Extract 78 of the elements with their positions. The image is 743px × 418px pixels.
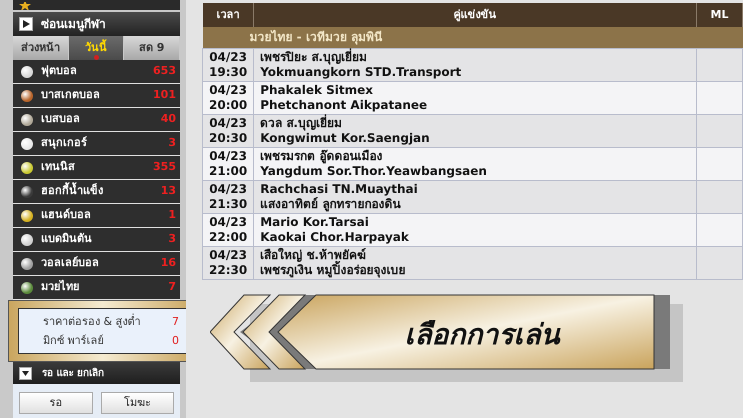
sport-name: สนุกเกอร์: [41, 135, 87, 152]
match-time: 19:30: [209, 65, 248, 80]
sport-name: แฮนด์บอล: [41, 207, 91, 224]
match-date: 04/23: [209, 149, 248, 164]
sport-item[interactable]: เบสบอล 40: [13, 108, 180, 132]
sport-count: 3: [168, 135, 176, 152]
sport-item[interactable]: ฮอกกี้น้ำแข็ง 13: [13, 180, 180, 204]
away-team: Yokmuangkorn STD.Transport: [260, 65, 462, 80]
home-team: Mario Kor.Tarsai: [260, 215, 370, 230]
sport-item[interactable]: ฟุตบอล 653: [13, 60, 180, 84]
home-team: ดวล ส.บุญเยี่ยม: [260, 116, 343, 131]
section-header[interactable]: รอ และ ยกเลิก: [13, 362, 180, 384]
bet-type-count: 0: [172, 333, 179, 349]
match-date: 04/23: [209, 248, 248, 263]
home-team: Rachchasi TN.Muaythai: [260, 182, 419, 197]
home-team: เพชรมรกต อู๊ดดอนเมือง: [260, 149, 384, 164]
sport-item[interactable]: เทนนิส 355: [13, 156, 180, 180]
sport-count: 355: [153, 159, 176, 176]
sport-name: มวยไทย: [41, 279, 79, 296]
away-team: Yangdum Sor.Thor.Yeawbangsaen: [260, 164, 488, 179]
banner-label: เลือกการเล่น: [404, 318, 560, 351]
filter-button[interactable]: โมฆะ: [100, 392, 174, 414]
sport-item[interactable]: แบดมินตัน 3: [13, 228, 180, 252]
sport-name: แบดมินตัน: [41, 231, 92, 248]
sport-item[interactable]: มวยไทย 7: [13, 276, 180, 300]
sport-name: วอลเลย์บอล: [41, 255, 99, 272]
league-header: มวยไทย - เวทีมวย ลุมพินี: [202, 27, 742, 48]
selected-dot-icon: [94, 55, 99, 60]
sidebar-title: ซ่อนเมนูกีฬา: [41, 16, 106, 33]
home-team: เสือใหญ่ ช.ห้าพยัคฆ์: [260, 248, 366, 262]
away-team: Kaokai Chor.Harpayak: [260, 230, 410, 245]
match-time: 22:30: [209, 263, 248, 278]
bet-type-count: 7: [172, 314, 179, 330]
section-title: รอ และ ยกเลิก: [42, 366, 104, 380]
sidebar-header[interactable]: ซ่อนเมนูกีฬา: [13, 12, 180, 36]
home-team: เพชรปิยะ ส.บุญเยี่ยม: [260, 50, 368, 65]
match-date: 04/23: [209, 83, 248, 98]
sport-item[interactable]: วอลเลย์บอล 16: [13, 252, 180, 276]
away-team: เพชรภูเงิน หมูปิ้งอร่อยจุงเบย: [260, 263, 690, 278]
sport-count: 653: [153, 63, 176, 80]
sport-count: 16: [160, 255, 176, 272]
bet-type-link[interactable]: มิกซ์ พาร์เลย์: [43, 331, 104, 350]
sport-count: 40: [160, 111, 176, 128]
column-header: คู่แข่งขัน: [254, 3, 696, 27]
sport-name: บาสเกตบอล: [41, 87, 100, 104]
star-icon: [19, 2, 31, 10]
away-team: แสงอาทิตย์ ลูกทรายกองดิน: [260, 197, 402, 212]
match-date: 04/23: [209, 50, 248, 65]
away-team: Kongwimut Kor.Saengjan: [260, 131, 431, 146]
sport-item[interactable]: บาสเกตบอล 101: [13, 84, 180, 108]
home-team: Phakalek Sitmex: [260, 83, 374, 98]
play-icon: [19, 17, 33, 31]
sport-item[interactable]: แฮนด์บอล 1: [13, 204, 180, 228]
column-header: ML: [696, 3, 742, 27]
sport-name: ฟุตบอล: [41, 63, 77, 80]
column-header: เวลา: [202, 3, 254, 27]
sport-count: 3: [168, 231, 176, 248]
dropdown-icon: [19, 366, 32, 380]
match-time: 22:00: [209, 230, 248, 245]
match-date: 04/23: [209, 215, 248, 230]
sport-count: 101: [153, 87, 176, 104]
match-date: 04/23: [209, 116, 248, 131]
away-team: Phetchanont Aikpatanee: [260, 98, 428, 113]
match-time: 20:00: [209, 98, 248, 113]
sport-tab[interactable]: วันนี้: [68, 36, 124, 60]
match-date: 04/23: [209, 182, 248, 197]
sport-name: เทนนิส: [41, 159, 75, 176]
sport-item[interactable]: สนุกเกอร์ 3: [13, 132, 180, 156]
match-time: 21:30: [209, 197, 248, 212]
sport-count: 1: [168, 207, 176, 224]
sport-count: 7: [168, 279, 176, 296]
sport-name: ฮอกกี้น้ำแข็ง: [41, 183, 103, 200]
sport-count: 13: [160, 183, 176, 200]
match-time: 21:00: [209, 164, 248, 179]
filter-button[interactable]: รอ: [19, 392, 92, 414]
bet-type-link[interactable]: ราคาต่อรอง & สูงต่ำ: [43, 312, 141, 331]
match-time: 20:30: [209, 131, 248, 146]
sport-name: เบสบอล: [41, 111, 80, 128]
